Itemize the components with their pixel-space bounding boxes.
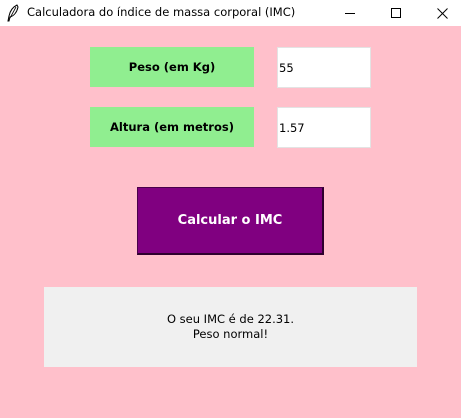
maximize-icon bbox=[391, 8, 401, 18]
feather-icon bbox=[6, 4, 20, 22]
minimize-button[interactable] bbox=[327, 0, 373, 26]
peso-label: Peso (em Kg) bbox=[90, 47, 254, 87]
close-button[interactable] bbox=[419, 0, 461, 26]
peso-label-text: Peso (em Kg) bbox=[128, 60, 216, 74]
title-bar[interactable]: Calculadora do índice de massa corporal … bbox=[0, 0, 461, 26]
minimize-icon bbox=[345, 8, 355, 18]
app-window-body: Peso (em Kg) Altura (em metros) Calcular… bbox=[0, 26, 461, 418]
peso-input[interactable] bbox=[277, 47, 371, 88]
close-icon bbox=[436, 7, 448, 19]
result-imc-text: O seu IMC é de 22.31. bbox=[166, 312, 295, 326]
altura-input[interactable] bbox=[277, 107, 371, 148]
altura-label-text: Altura (em metros) bbox=[110, 120, 234, 134]
altura-label: Altura (em metros) bbox=[90, 107, 254, 147]
result-panel: O seu IMC é de 22.31. Peso normal! bbox=[44, 287, 417, 367]
calcular-imc-button[interactable]: Calcular o IMC bbox=[137, 187, 324, 255]
calcular-imc-button-label: Calcular o IMC bbox=[177, 213, 283, 228]
maximize-button[interactable] bbox=[373, 0, 419, 26]
window-title: Calculadora do índice de massa corporal … bbox=[27, 5, 296, 19]
result-classification-text: Peso normal! bbox=[192, 327, 269, 341]
